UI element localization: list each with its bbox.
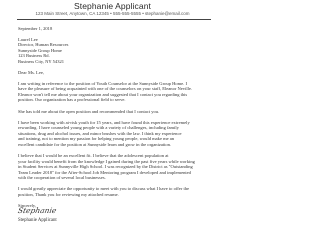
letterhead-divider: [17, 19, 211, 20]
letter-body: September 1, 2018 Laurel Lee Director, H…: [18, 26, 210, 209]
sender-name: Stephanie Applicant: [73, 1, 152, 11]
paragraph-line: in Student Services at Sunnyville High S…: [18, 164, 193, 170]
paragraph-intro: I am writing in reference to the positio…: [18, 81, 210, 103]
letterhead: Stephanie Applicant 123 Main Street, Any…: [0, 0, 225, 17]
cover-letter-page: Stephanie Applicant 123 Main Street, Any…: [0, 0, 225, 225]
handwritten-signature: Stephanie: [17, 206, 58, 215]
paragraph-line: have the pleasure of being acquainted wi…: [18, 86, 193, 92]
paragraph-closing: I would greatly appreciate the opportuni…: [18, 186, 210, 197]
recipient-address: Laurel Lee Director, Human Resources Sun…: [18, 37, 210, 65]
paragraph-experience: I have been working with at-risk youth f…: [18, 120, 210, 148]
signed-name: Stephanie Applicant: [18, 218, 57, 223]
sender-contact-line: 123 Main Street, Anytown, CA 12345 • 555…: [35, 11, 190, 16]
paragraph-qualifications: I believe that I would be an excellent f…: [18, 153, 210, 181]
